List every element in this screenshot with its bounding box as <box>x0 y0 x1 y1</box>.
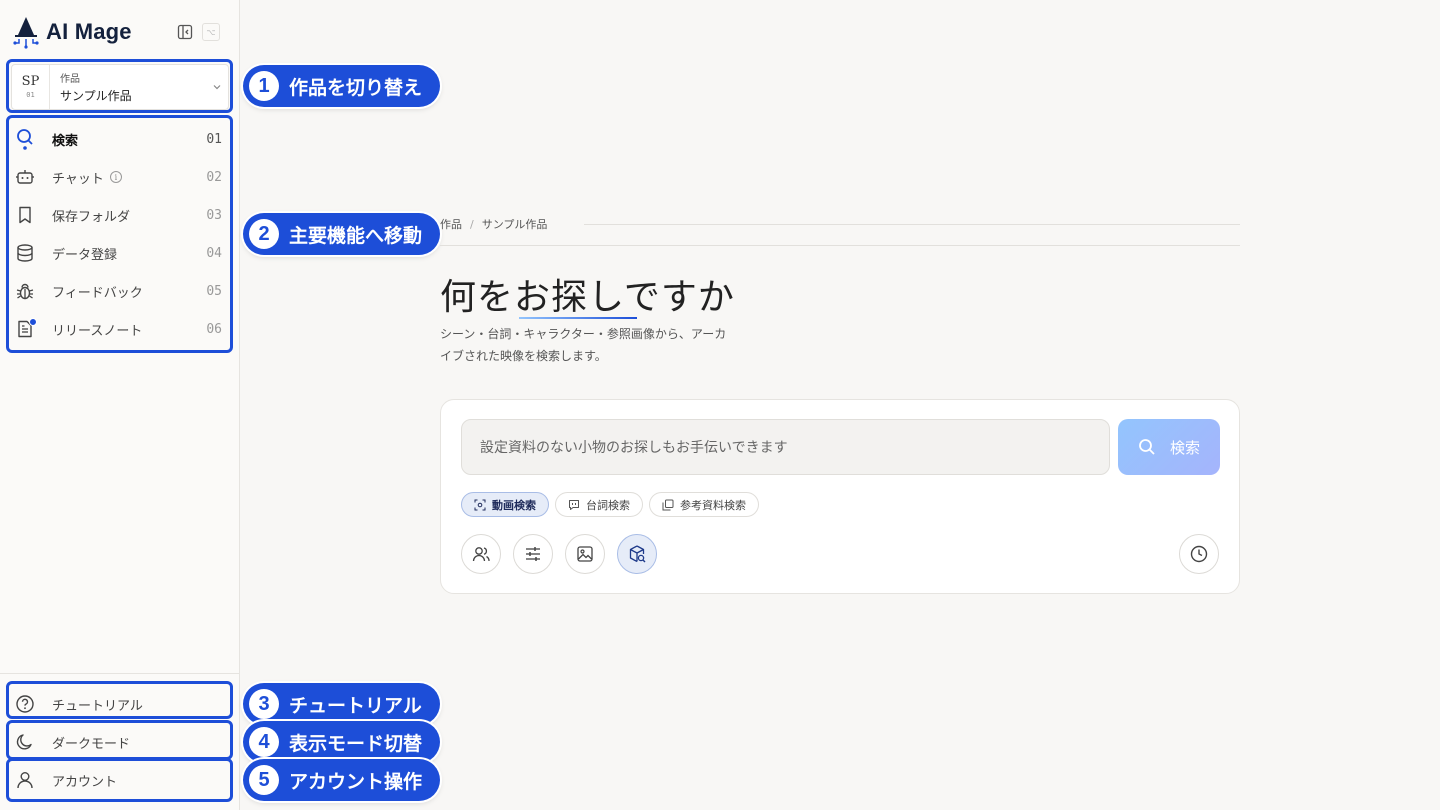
tab-video-search[interactable]: 動画検索 <box>461 492 549 517</box>
sliders-icon[interactable] <box>513 534 553 574</box>
mage-logo-icon <box>13 17 39 49</box>
highlight-box-workspace <box>6 59 233 113</box>
callout-2: 2 主要機能へ移動 <box>243 213 441 255</box>
package-search-icon[interactable] <box>617 534 657 574</box>
callout-4: 4 表示モード切替 <box>243 721 441 763</box>
breadcrumb-root[interactable]: 作品 <box>440 216 462 232</box>
callout-3: 3 チュートリアル <box>243 683 440 725</box>
page-title: 何をお探しですか <box>440 277 735 318</box>
page-description: シーン・台詞・キャラクター・参照画像から、アーカイブされた映像を検索します。 <box>440 327 727 363</box>
gallery-icon <box>662 499 674 510</box>
speech-bubble-icon <box>569 499 579 510</box>
logo[interactable]: AI Mage ⌥ <box>12 14 228 50</box>
highlight-box-account <box>6 758 233 802</box>
search-card: 設定資料のない小物のお探しもお手伝いできます 検索 動画検索 台詞検索 参考資料… <box>440 399 1240 594</box>
callout-5: 5 アカウント操作 <box>243 759 441 801</box>
collapse-sidebar-icon[interactable] <box>176 23 194 41</box>
breadcrumb: 作品 / サンプル作品 <box>440 216 548 232</box>
callout-1: 1 作品を切り替え <box>243 65 441 107</box>
shortcut-key-icon[interactable]: ⌥ <box>202 23 220 41</box>
tab-dialogue-search[interactable]: 台詞検索 <box>555 492 643 517</box>
search-icon <box>1139 439 1155 455</box>
divider <box>584 224 1240 225</box>
breadcrumb-current: サンプル作品 <box>481 218 548 231</box>
divider <box>0 673 240 674</box>
title-underline <box>519 317 637 319</box>
image-icon[interactable] <box>565 534 605 574</box>
people-icon[interactable] <box>461 534 501 574</box>
divider <box>440 245 1240 246</box>
highlight-box-nav <box>6 115 233 353</box>
clock-icon[interactable] <box>1179 534 1219 574</box>
highlight-box-dark-mode <box>6 720 233 760</box>
search-button[interactable]: 検索 <box>1118 419 1220 475</box>
search-input[interactable]: 設定資料のない小物のお探しもお手伝いできます <box>461 419 1110 475</box>
search-mode-tabs: 動画検索 台詞検索 参考資料検索 <box>461 492 759 517</box>
video-scan-icon <box>474 499 486 510</box>
highlight-box-tutorial <box>6 681 233 719</box>
search-tools <box>461 534 657 574</box>
app-name: AI Mage <box>46 19 132 44</box>
tab-reference-search[interactable]: 参考資料検索 <box>649 492 759 517</box>
